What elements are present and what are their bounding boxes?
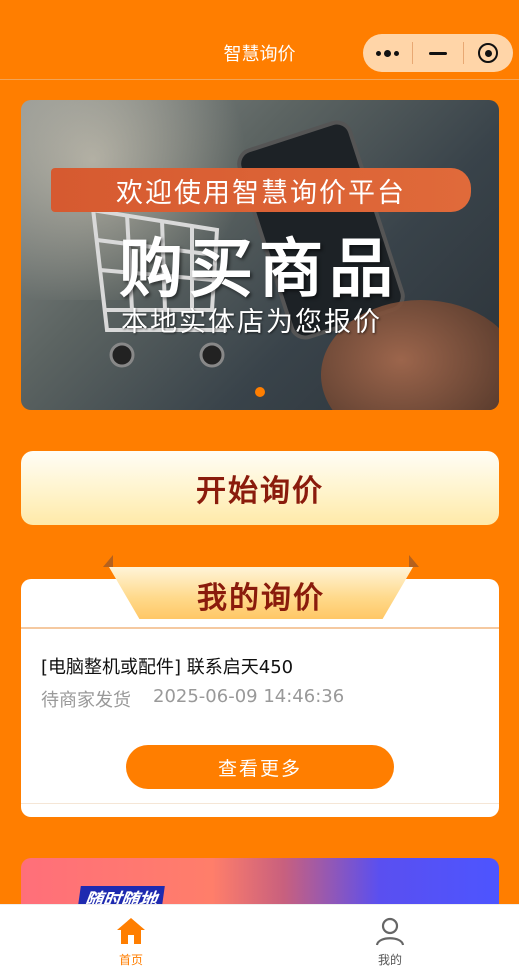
inquiry-item-time: 2025-06-09 14:46:36	[153, 686, 345, 707]
mini-program-capsule	[363, 34, 513, 72]
tab-home[interactable]: 首页	[81, 915, 181, 968]
inquiry-item-meta: 待商家发货 2025-06-09 14:46:36	[41, 686, 344, 712]
start-inquiry-button[interactable]: 开始询价	[21, 451, 499, 525]
inquiry-item-status: 待商家发货	[41, 690, 131, 711]
close-target-icon	[478, 43, 499, 63]
user-icon	[375, 917, 405, 946]
card-bottom-divider	[21, 803, 499, 804]
minimize-button[interactable]	[413, 34, 462, 72]
tab-home-label: 首页	[118, 953, 143, 967]
tab-fold-right	[409, 555, 419, 567]
my-inquiry-card: 我的询价 [电脑整机或配件] 联系启天450 待商家发货 2025-06-09 …	[21, 555, 499, 817]
tab-fold-left	[103, 555, 113, 567]
my-inquiry-title: 我的询价	[197, 581, 325, 616]
banner-carousel[interactable]: 欢迎使用智慧询价平台 购买商品 本地实体店为您报价	[21, 100, 499, 410]
banner-subline: 本地实体店为您报价	[121, 307, 382, 338]
home-icon	[117, 918, 145, 944]
banner-welcome-ribbon: 欢迎使用智慧询价平台	[51, 168, 471, 212]
inquiry-item-title[interactable]: [电脑整机或配件] 联系启天450	[41, 653, 293, 679]
carousel-indicator-dot[interactable]	[255, 387, 265, 397]
navbar: 智慧询价	[0, 0, 519, 80]
bottom-tabbar: 首页 我的	[0, 904, 519, 974]
my-inquiry-tab: 我的询价	[103, 555, 419, 619]
card-divider	[21, 627, 499, 629]
banner-headline: 购买商品	[119, 233, 399, 307]
tab-mine-label: 我的	[377, 953, 402, 967]
minimize-icon	[428, 51, 447, 55]
more-menu-button[interactable]	[363, 34, 412, 72]
tab-mine[interactable]: 我的	[340, 915, 440, 968]
close-button[interactable]	[464, 34, 513, 72]
view-more-button[interactable]: 查看更多	[126, 745, 394, 789]
more-icon	[376, 49, 400, 57]
